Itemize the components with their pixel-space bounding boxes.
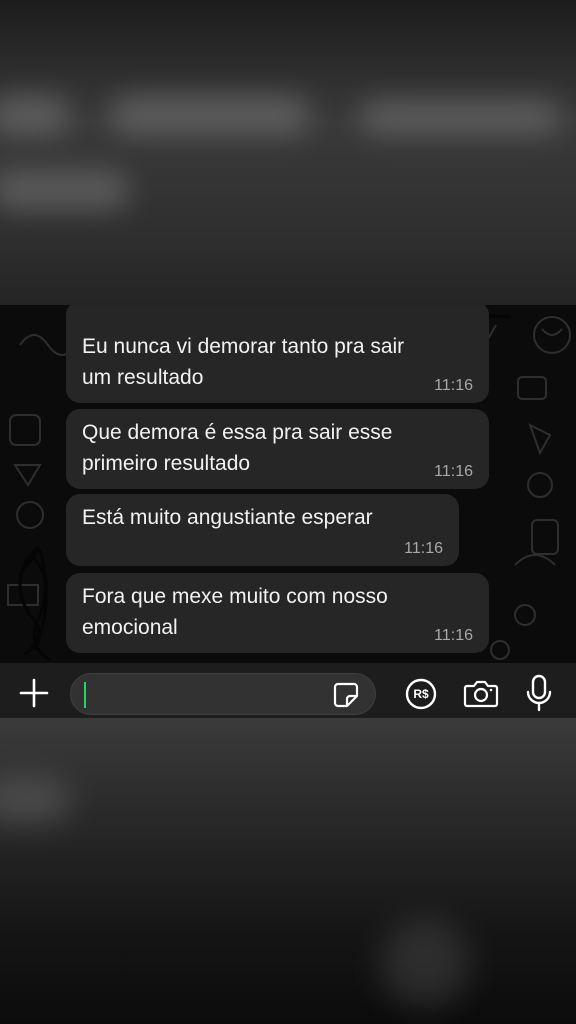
message-time: 11:16 (434, 463, 473, 480)
message-input[interactable] (91, 674, 325, 716)
blurred-bottom-area (0, 718, 576, 1024)
microphone-icon (526, 674, 552, 712)
payment-currency-label: R$ (413, 687, 429, 701)
message-text: Que demora é essa pra sair esse primeiro… (82, 421, 393, 475)
sticker-icon (333, 682, 359, 708)
camera-button[interactable] (462, 675, 500, 711)
message-bubble[interactable]: Fora que mexe muito com nosso emocional … (66, 573, 489, 653)
blurred-top-area (0, 0, 576, 305)
message-bubble[interactable]: Eu nunca vi demorar tanto pra sair um re… (66, 305, 489, 403)
message-bubble[interactable]: Que demora é essa pra sair esse primeiro… (66, 409, 489, 489)
composer-bar: R$ (0, 663, 576, 718)
text-cursor (84, 682, 86, 708)
voice-message-button[interactable] (522, 673, 556, 713)
message-bubble[interactable]: Está muito angustiante esperar 11:16 (66, 494, 459, 566)
camera-icon (463, 680, 499, 708)
message-time: 11:16 (404, 540, 443, 557)
message-time: 11:16 (434, 377, 473, 394)
message-input-wrapper (70, 673, 376, 716)
attach-button[interactable] (16, 675, 52, 711)
message-time: 11:16 (434, 627, 473, 644)
message-text: Eu nunca vi demorar tanto pra sair um re… (82, 335, 405, 389)
message-text: Está muito angustiante esperar (82, 506, 373, 529)
payment-button[interactable]: R$ (404, 677, 438, 711)
chat-area[interactable]: Eu nunca vi demorar tanto pra sair um re… (0, 305, 576, 663)
plus-icon (19, 678, 49, 708)
message-text: Fora que mexe muito com nosso emocional (82, 585, 388, 639)
sticker-button[interactable] (331, 680, 361, 710)
